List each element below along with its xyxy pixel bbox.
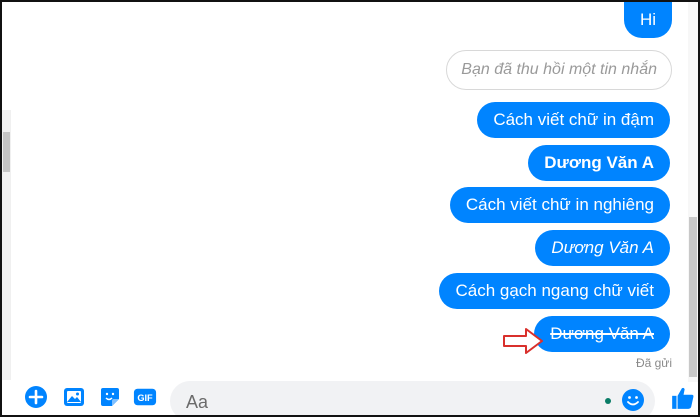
chat-window: Hi Bạn đã thu hồi một tin nhắn Cách viết…: [0, 0, 700, 417]
message-input[interactable]: [184, 381, 608, 415]
recalled-message-notice: Bạn đã thu hồi một tin nhắn: [446, 50, 672, 90]
annotation-arrow-icon: [503, 328, 543, 354]
message-bubble-italic[interactable]: Dương Văn A: [535, 230, 670, 266]
plus-icon[interactable]: [24, 385, 48, 409]
message-scrollbar-thumb[interactable]: [689, 217, 697, 377]
composer-bar: GIF: [2, 377, 698, 415]
gif-label: GIF: [137, 393, 153, 403]
emoji-icon[interactable]: [621, 388, 645, 412]
message-bubble-bold[interactable]: Dương Văn A: [528, 145, 670, 181]
status-dot: [605, 398, 611, 404]
photo-icon[interactable]: [62, 385, 86, 409]
sent-status: Đã gửi: [635, 356, 672, 370]
left-scrollbar-thumb[interactable]: [3, 132, 10, 172]
message-bubble-hi[interactable]: Hi: [623, 2, 672, 38]
message-bubble[interactable]: Cách viết chữ in đậm: [477, 102, 670, 138]
like-icon[interactable]: [670, 385, 696, 411]
message-bubble-strikethrough[interactable]: Dương Văn A: [534, 316, 670, 352]
sticker-icon[interactable]: [98, 385, 122, 409]
message-bubble[interactable]: Cách viết chữ in nghiêng: [449, 187, 670, 223]
message-input-container: [170, 381, 655, 415]
message-scrollbar[interactable]: [688, 2, 698, 382]
gif-icon[interactable]: GIF: [133, 385, 157, 409]
message-bubble[interactable]: Cách gạch ngang chữ viết: [439, 273, 670, 309]
left-scrollbar[interactable]: [2, 110, 11, 380]
